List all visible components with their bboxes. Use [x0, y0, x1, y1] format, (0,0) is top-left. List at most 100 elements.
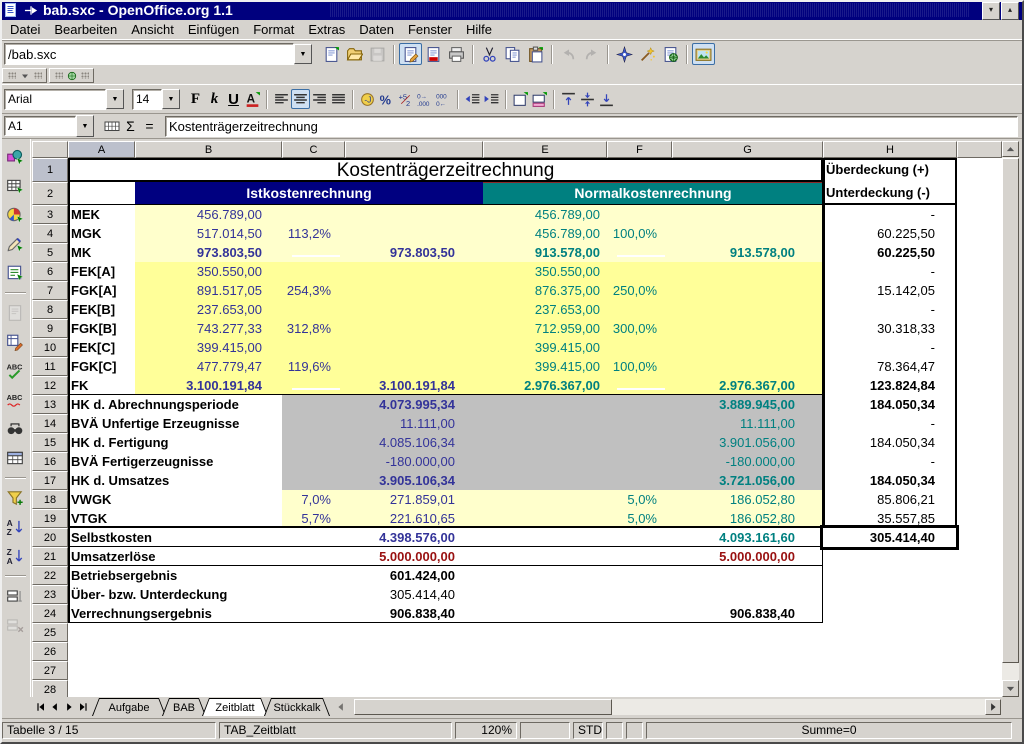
insert-icon[interactable]	[3, 145, 28, 169]
cell-A22[interactable]: Betriebsergebnis	[69, 566, 281, 585]
cell-F4[interactable]: 100,0%	[607, 224, 657, 243]
cell-D22[interactable]: 601.424,00	[345, 566, 455, 585]
find-replace-icon[interactable]	[3, 417, 28, 441]
new-document-icon[interactable]	[320, 43, 343, 65]
align-vcenter-icon[interactable]	[578, 89, 597, 109]
insert-object-icon[interactable]	[3, 203, 28, 227]
cell-C18[interactable]: 7,0%	[282, 490, 331, 509]
cell-D12[interactable]: 3.100.191,84	[345, 376, 455, 395]
cell-G24[interactable]: 906.838,40	[672, 604, 795, 623]
cell-D14[interactable]: 11.111,00	[345, 414, 455, 433]
sort-descending-icon[interactable]: ZA	[3, 544, 28, 568]
cell-D5[interactable]: 973.803,50	[345, 243, 455, 262]
stylist-icon[interactable]	[636, 43, 659, 65]
font-size-field[interactable]	[132, 89, 162, 110]
data-sources-icon[interactable]	[3, 446, 28, 470]
row-header-26[interactable]: 26	[32, 642, 68, 661]
row-header-2[interactable]: 2	[32, 182, 68, 205]
first-sheet-button[interactable]	[34, 699, 48, 715]
row-header-22[interactable]: 22	[32, 566, 68, 585]
cell-B6[interactable]: 350.550,00	[135, 262, 262, 281]
cell-D23[interactable]: 305.414,40	[345, 585, 455, 604]
align-left-icon[interactable]	[272, 89, 291, 109]
borders-icon[interactable]	[511, 89, 530, 109]
cell-D13[interactable]: 4.073.995,34	[345, 395, 455, 414]
cell-E9[interactable]: 712.959,00	[483, 319, 600, 338]
cell-C9[interactable]: 312,8%	[282, 319, 331, 338]
row-header-1[interactable]: 1	[32, 158, 68, 182]
cell-D24[interactable]: 906.838,40	[345, 604, 455, 623]
cell-H10[interactable]: -	[823, 338, 935, 357]
col-header-H[interactable]: H	[823, 141, 957, 158]
cell-C7[interactable]: 254,3%	[282, 281, 331, 300]
align-right-icon[interactable]	[310, 89, 329, 109]
cell-E8[interactable]: 237.653,00	[483, 300, 600, 319]
cell-G21[interactable]: 5.000.000,00	[672, 547, 795, 566]
row-header-20[interactable]: 20	[32, 528, 68, 547]
sum-button[interactable]: Σ	[121, 116, 140, 136]
menu-datei[interactable]: Datei	[3, 21, 47, 38]
row-header-28[interactable]: 28	[32, 680, 68, 697]
cell-A15[interactable]: HK d. Fertigung	[69, 433, 281, 452]
row-header-17[interactable]: 17	[32, 471, 68, 490]
cell-H17[interactable]: 184.050,34	[823, 471, 935, 490]
row-header-16[interactable]: 16	[32, 452, 68, 471]
cell-F9[interactable]: 300,0%	[607, 319, 657, 338]
cell-H4[interactable]: 60.225,50	[823, 224, 935, 243]
row-header-7[interactable]: 7	[32, 281, 68, 300]
row-header-10[interactable]: 10	[32, 338, 68, 357]
row-header-5[interactable]: 5	[32, 243, 68, 262]
menu-hilfe[interactable]: Hilfe	[459, 21, 499, 38]
draw-functions-icon[interactable]	[3, 232, 28, 256]
menu-format[interactable]: Format	[246, 21, 301, 38]
row-header-15[interactable]: 15	[32, 433, 68, 452]
cell-B3[interactable]: 456.789,00	[135, 205, 262, 224]
cell-A14[interactable]: BVÄ Unfertige Erzeugnisse	[69, 414, 281, 433]
cell-E3[interactable]: 456.789,00	[483, 205, 600, 224]
select-all-corner[interactable]	[32, 141, 68, 158]
cell-H18[interactable]: 85.806,21	[823, 490, 935, 509]
col-header-C[interactable]: C	[282, 141, 345, 158]
cell-C19[interactable]: 5,7%	[282, 509, 331, 528]
undo-icon[interactable]	[557, 43, 580, 65]
cell-H3[interactable]: -	[823, 205, 935, 224]
collapsed-toolbar-segment[interactable]	[49, 68, 94, 83]
number-standard-icon[interactable]: +52	[396, 89, 415, 109]
indent-less-icon[interactable]	[463, 89, 482, 109]
autoformat-icon[interactable]	[3, 330, 28, 354]
cell-F11[interactable]: 100,0%	[607, 357, 657, 376]
cell-B9[interactable]: 743.277,33	[135, 319, 262, 338]
status-zoom[interactable]: 120%	[455, 722, 517, 739]
align-center-icon[interactable]	[291, 89, 310, 109]
cell-D15[interactable]: 4.085.106,34	[345, 433, 455, 452]
navigator-icon[interactable]	[613, 43, 636, 65]
paste-icon[interactable]	[524, 43, 547, 65]
cell-B7[interactable]: 891.517,05	[135, 281, 262, 300]
col-header-i[interactable]	[957, 141, 1002, 158]
insert-special-icon[interactable]	[3, 301, 28, 325]
cell-G16[interactable]: -180.000,00	[672, 452, 795, 471]
collapsed-toolbar-segment[interactable]	[2, 68, 47, 83]
gallery-icon[interactable]	[692, 43, 715, 65]
print-icon[interactable]	[445, 43, 468, 65]
cell-D18[interactable]: 271.859,01	[345, 490, 455, 509]
menu-einfgen[interactable]: Einfügen	[181, 21, 246, 38]
cell-A24[interactable]: Verrechnungsergebnis	[69, 604, 281, 623]
sheet-tab-zeitblatt[interactable]: Zeitblatt	[202, 698, 268, 716]
row-header-8[interactable]: 8	[32, 300, 68, 319]
sheet-tab-aufgabe[interactable]: Aufgabe	[92, 698, 166, 716]
cell-H7[interactable]: 15.142,05	[823, 281, 935, 300]
row-header-3[interactable]: 3	[32, 205, 68, 224]
cell-reference-input[interactable]	[5, 118, 75, 134]
function-wizard-button[interactable]	[102, 116, 121, 136]
status-mode[interactable]: STD	[573, 722, 603, 739]
cell-A23[interactable]: Über- bzw. Unterdeckung	[69, 585, 281, 604]
menu-bearbeiten[interactable]: Bearbeiten	[47, 21, 124, 38]
cell-B11[interactable]: 477.779,47	[135, 357, 262, 376]
hscroll-right-button[interactable]	[985, 699, 1001, 715]
col-header-F[interactable]: F	[607, 141, 672, 158]
cell-E6[interactable]: 350.550,00	[483, 262, 600, 281]
cell-H20[interactable]: 305.414,40	[823, 528, 935, 547]
number-percent-icon[interactable]: %	[377, 89, 396, 109]
ist-header-cell[interactable]: Istkostenrechnung	[135, 182, 483, 204]
